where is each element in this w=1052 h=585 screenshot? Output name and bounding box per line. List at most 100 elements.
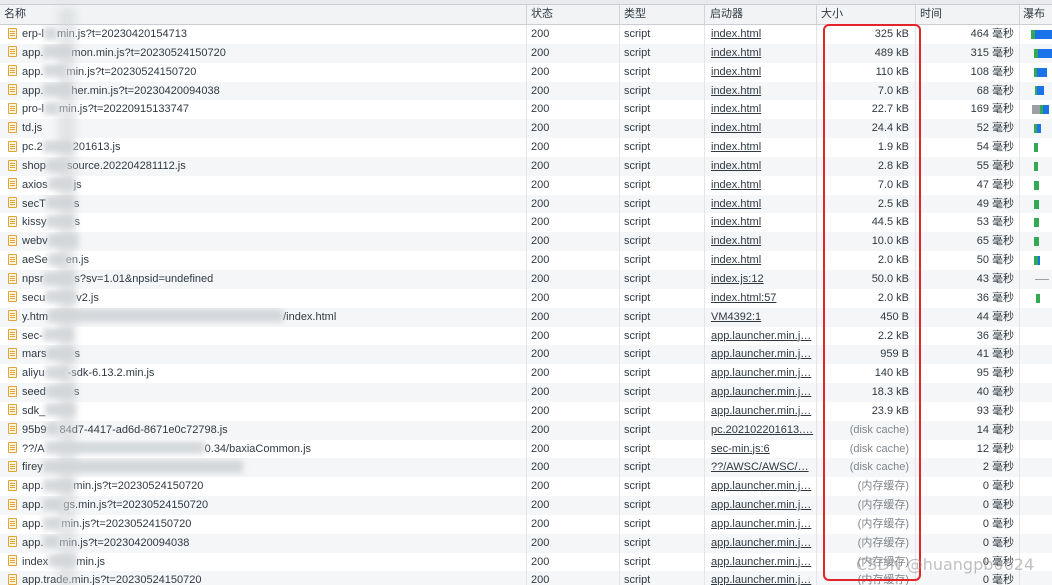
table-row[interactable]: webv 200 script index.html 10.0 kB 65 毫秒 — [0, 232, 1052, 252]
table-row[interactable]: shop source.202204281112.js 200 script index… — [0, 156, 1052, 176]
time-cell: 315 毫秒 — [916, 43, 1020, 63]
request-name-suffix: 0.34/baxiaCommon.js — [204, 442, 312, 455]
time-cell: 93 毫秒 — [916, 401, 1020, 421]
initiator-link[interactable]: app.launcher.min.j… — [711, 405, 811, 417]
column-header-waterfall[interactable]: 瀑布 — [1020, 5, 1052, 24]
initiator-link[interactable]: index.js:12 — [711, 273, 764, 285]
column-header-status[interactable]: 状态 — [527, 5, 620, 24]
column-header-type[interactable]: 类型 — [620, 5, 705, 24]
table-row[interactable]: npsr s?sv=1.01&npsid=undefined 200 script in… — [0, 269, 1052, 289]
initiator-link[interactable]: app.launcher.min.j… — [711, 499, 811, 511]
time-cell: 65 毫秒 — [916, 232, 1020, 252]
table-row[interactable]: erp-l min.js?t=20230420154713 200 script ind… — [0, 25, 1052, 44]
initiator-link[interactable]: index.html — [711, 103, 761, 115]
table-row[interactable]: seed s 200 script app.launcher.min.j… 18.3 kB… — [0, 383, 1052, 402]
initiator-link[interactable]: pc.202102201613.… — [711, 424, 813, 436]
column-header-time[interactable]: 时间 — [916, 5, 1020, 24]
initiator-link[interactable]: app.launcher.min.j… — [711, 367, 811, 379]
status-cell: 200 — [527, 533, 620, 553]
initiator-link[interactable]: app.launcher.min.j… — [711, 330, 811, 342]
initiator-link[interactable]: app.launcher.min.j… — [711, 556, 811, 568]
request-name-cell: td.js — [0, 119, 527, 139]
status-cell: 200 — [527, 100, 620, 120]
request-name-prefix: kissy — [22, 216, 47, 229]
initiator-link[interactable]: index.html — [711, 254, 761, 266]
initiator-link[interactable]: index.html — [711, 47, 761, 59]
table-row[interactable]: index min.js 200 script app.launcher.min.j… (… — [0, 552, 1052, 572]
initiator-link[interactable]: index.html — [711, 216, 761, 228]
table-row[interactable]: aliyu -sdk-6.13.2.min.js 200 script app.laun… — [0, 364, 1052, 384]
table-row[interactable]: app. min.js?t=20230524150720 200 script app.… — [0, 477, 1052, 497]
table-row[interactable]: app. min.js?t=20230524150720 200 script inde… — [0, 62, 1052, 82]
initiator-link[interactable]: index.html — [711, 235, 761, 247]
initiator-link[interactable]: app.launcher.min.j… — [711, 518, 811, 530]
type-cell: script — [620, 25, 705, 44]
type-cell: script — [620, 194, 705, 214]
table-row[interactable]: ??/A 0.34/baxiaCommon.js 200 script sec-min.… — [0, 439, 1052, 459]
request-name-prefix: aeSe — [22, 254, 48, 267]
status-cell: 200 — [527, 288, 620, 308]
request-name-cell: aliyu -sdk-6.13.2.min.js — [0, 364, 527, 384]
privacy-blur — [43, 271, 75, 285]
initiator-link[interactable]: app.launcher.min.j… — [711, 574, 811, 585]
initiator-link[interactable]: index.html — [711, 141, 761, 153]
table-row[interactable]: app. min.js?t=20230420094038 200 script app.… — [0, 533, 1052, 553]
time-cell: 68 毫秒 — [916, 81, 1020, 101]
waterfall-cell — [1020, 327, 1052, 346]
column-header-initiator[interactable]: 启动器 — [705, 5, 817, 24]
table-row[interactable]: kissy s 200 script index.html 44.5 kB 53 毫秒 — [0, 213, 1052, 233]
table-row[interactable]: aeSe en.js 200 script index.html 2.0 kB 50 毫秒 — [0, 251, 1052, 270]
table-row[interactable]: td.js 200 script index.html 24.4 kB 52 毫秒 — [0, 119, 1052, 139]
script-file-icon — [8, 404, 17, 416]
table-row[interactable]: mars s 200 script app.launcher.min.j… 959 B 41… — [0, 345, 1052, 365]
table-row[interactable]: app. gs.min.js?t=20230524150720 200 script a… — [0, 496, 1052, 515]
table-row[interactable]: secu v2.js 200 script index.html:57 2.0 kB 36 … — [0, 288, 1052, 308]
table-row[interactable]: firey 200 script ??/AWSC/AWSC/… (disk cache)… — [0, 458, 1052, 478]
status-cell: 200 — [527, 552, 620, 572]
table-row[interactable]: app.trade.min.js?t=20230524150720 200 scri… — [0, 571, 1052, 585]
table-row[interactable]: app. her.min.js?t=20230420094038 200 script… — [0, 81, 1052, 101]
initiator-link[interactable]: app.launcher.min.j… — [711, 386, 811, 398]
initiator-link[interactable]: index.html — [711, 179, 761, 191]
privacy-blur — [46, 215, 75, 229]
initiator-link[interactable]: ??/AWSC/AWSC/… — [711, 461, 809, 473]
initiator-link[interactable]: index.html:57 — [711, 292, 776, 304]
initiator-link[interactable]: index.html — [711, 28, 761, 40]
time-cell: 44 毫秒 — [916, 307, 1020, 327]
initiator-link[interactable]: index.html — [711, 85, 761, 97]
table-row[interactable]: app. min.js?t=20230524150720 200 script app.… — [0, 514, 1052, 534]
table-row[interactable]: 95b9 84d7-4417-ad6d-8671e0c72798.js 200 scr… — [0, 420, 1052, 440]
script-file-icon — [8, 216, 17, 228]
initiator-link[interactable]: app.launcher.min.j… — [711, 480, 811, 492]
initiator-link[interactable]: index.html — [711, 66, 761, 78]
waterfall-cell — [1020, 289, 1052, 308]
privacy-blur — [45, 196, 74, 210]
table-row[interactable]: app. mon.min.js?t=20230524150720 200 script… — [0, 43, 1052, 63]
initiator-link[interactable]: app.launcher.min.j… — [711, 537, 811, 549]
time-cell: 54 毫秒 — [916, 138, 1020, 157]
type-cell: script — [620, 514, 705, 534]
initiator-cell: sec-min.js:6 — [705, 439, 817, 459]
initiator-link[interactable]: app.launcher.min.j… — [711, 348, 811, 360]
script-file-icon — [8, 272, 17, 284]
column-header-size[interactable]: 大小 — [817, 5, 916, 24]
initiator-link[interactable]: index.html — [711, 160, 761, 172]
table-row[interactable]: sdk_ 200 script app.launcher.min.j… 23.9 kB 9… — [0, 401, 1052, 421]
table-row[interactable]: pro-l min.js?t=20220915133747 200 script ind… — [0, 100, 1052, 120]
table-row[interactable]: pc.2 201613.js 200 script index.html 1.9 kB 54… — [0, 138, 1052, 157]
request-name-cell: kissy s — [0, 213, 527, 233]
type-cell: script — [620, 251, 705, 270]
table-row[interactable]: secT s 200 script index.html 2.5 kB 49 毫秒 — [0, 194, 1052, 214]
table-row[interactable]: axios js 200 script index.html 7.0 kB 47 毫秒 — [0, 175, 1052, 195]
type-cell: script — [620, 232, 705, 252]
table-row[interactable]: sec- 200 script app.launcher.min.j… 2.2 kB 36… — [0, 326, 1052, 346]
initiator-link[interactable]: VM4392:1 — [711, 311, 761, 323]
request-name-suffix: min.js — [76, 555, 106, 568]
initiator-link[interactable]: index.html — [711, 198, 761, 210]
initiator-link[interactable]: index.html — [711, 122, 761, 134]
column-header-name[interactable]: 名称 — [0, 5, 527, 24]
request-name-suffix: s — [74, 348, 80, 361]
initiator-link[interactable]: sec-min.js:6 — [711, 443, 770, 455]
table-row[interactable]: y.htm/index.html 200 script VM4392:1 450 B 44… — [0, 307, 1052, 327]
initiator-cell: index.html — [705, 43, 817, 63]
